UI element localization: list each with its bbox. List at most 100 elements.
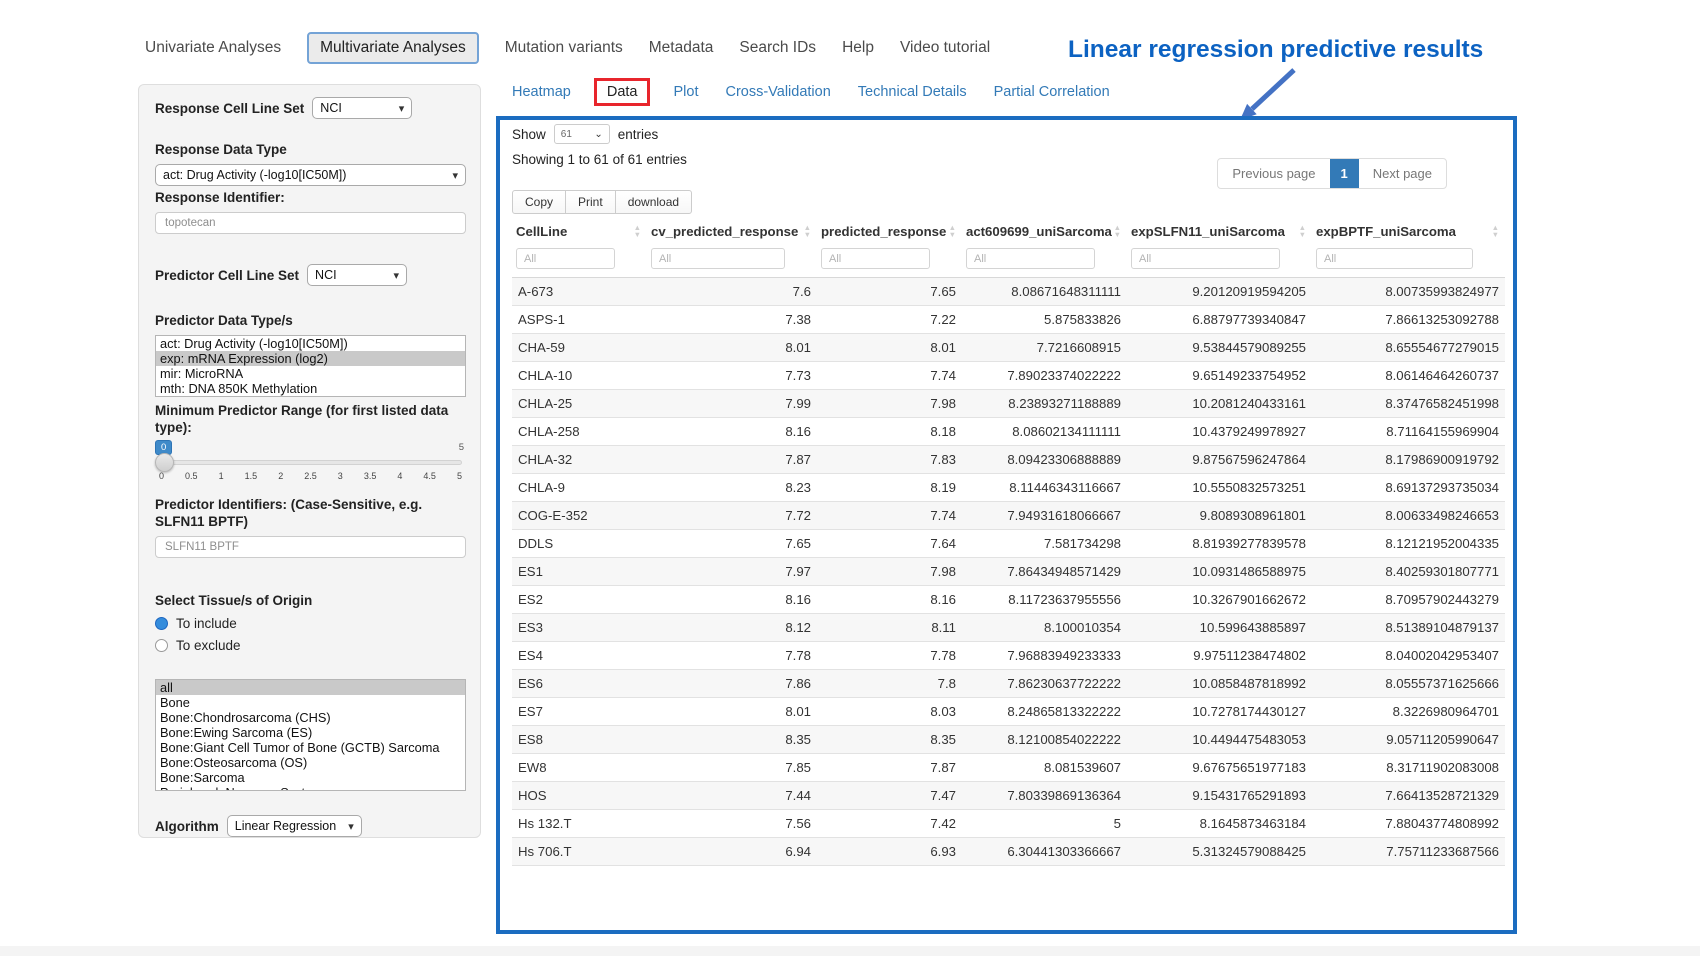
cell-line-name: ES6 (512, 670, 647, 698)
listbox-option[interactable]: Bone (156, 695, 465, 710)
table-row: EW87.857.878.0815396079.676756519771838.… (512, 754, 1505, 782)
next-page-button[interactable]: Next page (1359, 159, 1446, 188)
tab-technical-details[interactable]: Technical Details (858, 84, 967, 100)
sort-icon[interactable]: ▲▼ (1299, 225, 1308, 238)
table-row: ES28.168.168.1172363795555610.3267901662… (512, 586, 1505, 614)
tab-data[interactable]: Data (594, 78, 651, 106)
table-cell: 8.09423306888889 (962, 446, 1127, 474)
slider-track[interactable] (157, 460, 462, 465)
sort-icon[interactable]: ▲▼ (949, 225, 958, 238)
predictor-identifiers-input[interactable]: SLFN11 BPTF (155, 536, 466, 558)
radio-selected-icon[interactable] (155, 617, 168, 630)
column-header-cv_predicted_response[interactable]: cv_predicted_response ▲▼ (647, 218, 817, 245)
column-filter-input-predicted_response[interactable] (821, 248, 930, 269)
listbox-option[interactable]: mth: DNA 850K Methylation (156, 381, 465, 396)
sort-icon[interactable]: ▲▼ (1492, 225, 1501, 238)
response-identifier-input[interactable]: topotecan (155, 212, 466, 234)
table-row: ES38.128.118.10001035410.5996438858978.5… (512, 614, 1505, 642)
predictor-data-types-label: Predictor Data Type/s (155, 312, 464, 329)
table-cell: 7.74 (817, 362, 962, 390)
column-header-cellline[interactable]: CellLine▲▼ (512, 218, 647, 245)
column-filter-input-expbptf_unisarcoma[interactable] (1316, 248, 1473, 269)
tab-partial-correlation[interactable]: Partial Correlation (994, 84, 1110, 100)
nav-item[interactable]: Univariate Analyses (145, 33, 281, 63)
showing-entries-text: Showing 1 to 61 of 61 entries (512, 152, 687, 167)
table-cell: 10.5550832573251 (1127, 474, 1312, 502)
table-cell: 8.37476582451998 (1312, 390, 1505, 418)
previous-page-button[interactable]: Previous page (1218, 159, 1329, 188)
cell-line-name: EW8 (512, 754, 647, 782)
nav-item[interactable]: Multivariate Analyses (307, 32, 479, 64)
sort-icon[interactable]: ▲▼ (634, 225, 643, 238)
cell-line-name: CHA-59 (512, 334, 647, 362)
nav-item[interactable]: Video tutorial (900, 33, 990, 63)
listbox-option[interactable]: Bone:Sarcoma (156, 770, 465, 785)
listbox-option[interactable]: mir: MicroRNA (156, 366, 465, 381)
table-cell: 8.31711902083008 (1312, 754, 1505, 782)
table-cell: 8.16 (647, 586, 817, 614)
response-data-type-select[interactable]: act: Drug Activity (-log10[IC50M]) ▾ (155, 164, 466, 186)
table-cell: 6.94 (647, 838, 817, 866)
tissue-include-radio-row[interactable]: To include (155, 616, 464, 631)
min-predictor-range-slider[interactable]: 0 5 00.511.522.533.544.55 (155, 440, 464, 486)
table-cell: 8.16 (817, 586, 962, 614)
copy-button[interactable]: Copy (512, 190, 566, 214)
tab-plot[interactable]: Plot (673, 84, 698, 100)
print-button[interactable]: Print (565, 190, 616, 214)
listbox-option[interactable]: exp: mRNA Expression (log2) (156, 351, 465, 366)
column-filter-input-cv_predicted_response[interactable] (651, 248, 785, 269)
listbox-option[interactable]: Bone:Giant Cell Tumor of Bone (GCTB) Sar… (156, 740, 465, 755)
nav-item[interactable]: Metadata (649, 33, 714, 63)
listbox-option[interactable]: act: Drug Activity (-log10[IC50M]) (156, 336, 465, 351)
nav-item[interactable]: Mutation variants (505, 33, 623, 63)
cell-line-name: ES7 (512, 698, 647, 726)
tab-cross-validation[interactable]: Cross-Validation (725, 84, 830, 100)
algorithm-select[interactable]: Linear Regression ▾ (227, 815, 362, 837)
column-header-expbptf_unisarcoma[interactable]: expBPTF_uniSarcoma▲▼ (1312, 218, 1505, 245)
column-filter-input-cellline[interactable] (516, 248, 615, 269)
chevron-down-icon: ▾ (399, 102, 405, 115)
sort-icon[interactable]: ▲▼ (1114, 225, 1123, 238)
response-cell-line-set-select[interactable]: NCI ▾ (312, 97, 412, 119)
column-header-act609699_unisarcoma[interactable]: act609699_uniSarcoma▲▼ (962, 218, 1127, 245)
cell-line-name: CHLA-9 (512, 474, 647, 502)
column-header-predicted_response[interactable]: predicted_response▲▼ (817, 218, 962, 245)
download-button[interactable]: download (615, 190, 692, 214)
show-entries-select[interactable]: 61 ⌄ (554, 124, 610, 144)
column-header-label: cv_predicted_response (651, 224, 798, 239)
slider-tick-label: 5 (457, 471, 462, 481)
listbox-option[interactable]: Bone:Ewing Sarcoma (ES) (156, 725, 465, 740)
nav-item[interactable]: Search IDs (739, 33, 816, 63)
cell-line-name: ES8 (512, 726, 647, 754)
pagination: Previous page 1 Next page (1217, 158, 1447, 189)
slider-max-label: 5 (459, 442, 464, 453)
table-cell: 9.8089308961801 (1127, 502, 1312, 530)
table-cell: 8.03 (817, 698, 962, 726)
table-cell: 8.11723637955556 (962, 586, 1127, 614)
predictor-data-types-listbox[interactable]: act: Drug Activity (-log10[IC50M])exp: m… (155, 335, 466, 397)
predictor-cell-line-set-select[interactable]: NCI ▾ (307, 264, 407, 286)
column-filter-input-act609699_unisarcoma[interactable] (966, 248, 1095, 269)
slider-tick-label: 2.5 (304, 471, 317, 481)
response-data-type-label: Response Data Type (155, 141, 464, 158)
listbox-option[interactable]: Bone:Chondrosarcoma (CHS) (156, 710, 465, 725)
tab-heatmap[interactable]: Heatmap (512, 84, 571, 100)
sort-icon[interactable]: ▲▼ (804, 225, 813, 238)
slider-handle[interactable] (155, 453, 174, 472)
column-header-expslfn11_unisarcoma[interactable]: expSLFN11_uniSarcoma▲▼ (1127, 218, 1312, 245)
radio-unselected-icon[interactable] (155, 639, 168, 652)
page-number-button[interactable]: 1 (1330, 159, 1359, 188)
listbox-option[interactable]: Bone:Osteosarcoma (OS) (156, 755, 465, 770)
listbox-option[interactable]: all (156, 680, 465, 695)
tissues-listbox[interactable]: allBoneBone:Chondrosarcoma (CHS)Bone:Ewi… (155, 679, 466, 791)
table-row: Hs 706.T6.946.936.304413033666675.313245… (512, 838, 1505, 866)
column-header-content: CellLine▲▼ (516, 224, 643, 239)
column-filter-input-expslfn11_unisarcoma[interactable] (1131, 248, 1280, 269)
tissue-exclude-radio-row[interactable]: To exclude (155, 638, 464, 653)
table-row: ES17.977.987.8643494857142910.0931486588… (512, 558, 1505, 586)
nav-item[interactable]: Help (842, 33, 874, 63)
table-cell: 8.70957902443279 (1312, 586, 1505, 614)
table-cell: 7.47 (817, 782, 962, 810)
listbox-option[interactable]: Peripheral_Nervous_System (156, 785, 465, 791)
cell-line-name: ES4 (512, 642, 647, 670)
